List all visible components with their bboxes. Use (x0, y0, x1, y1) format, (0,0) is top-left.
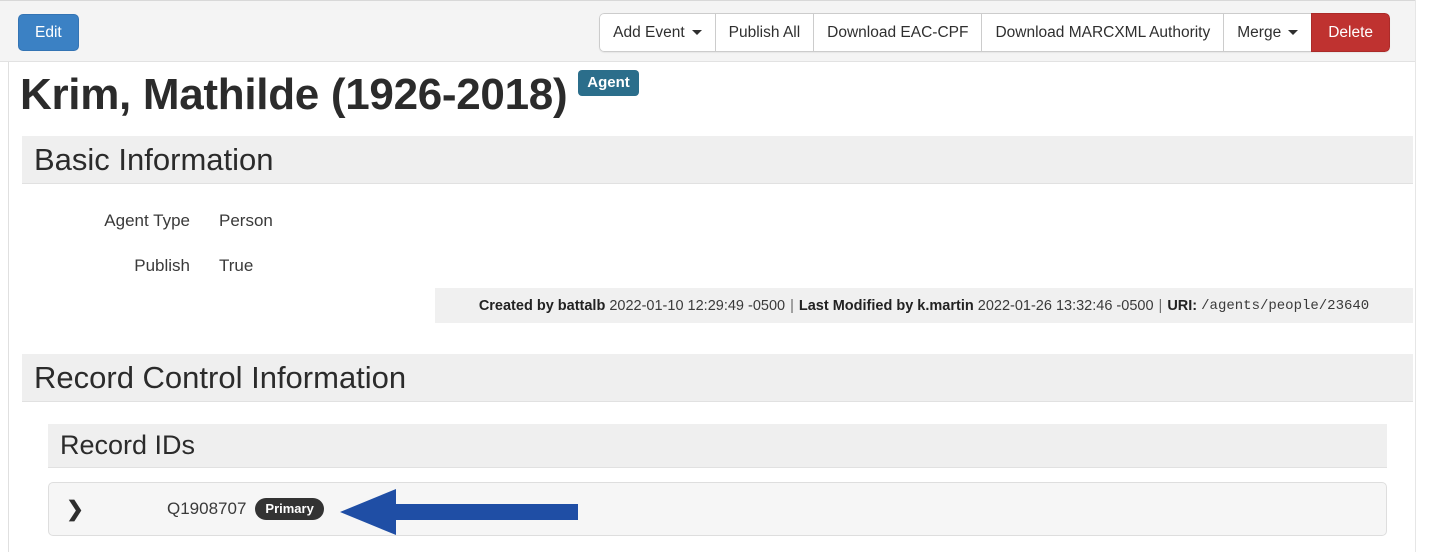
left-rail-divider (8, 62, 9, 552)
field-label-publish: Publish (134, 256, 190, 275)
section-header-record-control-information: Record Control Information (22, 354, 1413, 402)
uri-value: /agents/people/23640 (1201, 297, 1370, 314)
publish-all-label: Publish All (728, 23, 801, 41)
created-timestamp: 2022-01-10 12:29:49 -0500 (609, 297, 786, 314)
download-marcxml-authority-button[interactable]: Download MARCXML Authority (981, 13, 1224, 52)
record-actions-button-group: Add Event Publish All Download EAC-CPF D… (599, 13, 1390, 52)
primary-badge: Primary (255, 498, 324, 520)
field-row-agent-type: Agent Type Person (40, 211, 273, 231)
record-id-row[interactable]: ❯ Q1908707 Primary (48, 482, 1387, 536)
section-title-record-control-information: Record Control Information (34, 360, 407, 395)
chevron-down-icon (1288, 30, 1299, 35)
edit-button-label: Edit (35, 23, 62, 41)
record-id-content: Q1908707 Primary (167, 498, 324, 520)
page-title: Krim, Mathilde (1926-2018) (20, 70, 568, 119)
uri-label: URI: (1167, 297, 1198, 314)
field-label-agent-type: Agent Type (104, 211, 190, 230)
section-header-basic-information: Basic Information (22, 136, 1413, 184)
delete-label: Delete (1328, 23, 1373, 41)
merge-button[interactable]: Merge (1223, 13, 1312, 52)
field-value-publish: True (219, 256, 254, 275)
agent-type-badge: Agent (578, 70, 639, 96)
last-modified-timestamp: 2022-01-26 13:32:46 -0500 (977, 297, 1154, 314)
add-event-label: Add Event (613, 23, 685, 41)
chevron-down-icon (691, 30, 702, 35)
page-title-row: Krim, Mathilde (1926-2018) Agent (20, 62, 639, 128)
chevron-right-icon[interactable]: ❯ (49, 499, 101, 520)
created-by-label: Created by battalb (478, 297, 606, 314)
field-row-publish: Publish True (40, 256, 253, 276)
add-event-button[interactable]: Add Event (599, 13, 715, 52)
record-metadata-strip: Created by battalb 2022-01-10 12:29:49 -… (435, 288, 1413, 323)
section-title-record-ids: Record IDs (60, 430, 196, 460)
page-right-gutter (1415, 0, 1430, 552)
metadata-separator: | (790, 297, 794, 314)
publish-all-button[interactable]: Publish All (714, 13, 814, 52)
download-marcxml-authority-label: Download MARCXML Authority (995, 23, 1211, 41)
agent-record-page: Edit Add Event Publish All Download EAC-… (0, 0, 1430, 552)
last-modified-by-label: Last Modified by k.martin (798, 297, 974, 314)
metadata-separator: | (1158, 297, 1163, 314)
field-value-agent-type: Person (219, 211, 273, 230)
delete-button[interactable]: Delete (1311, 13, 1390, 52)
download-eac-cpf-button[interactable]: Download EAC-CPF (813, 13, 982, 52)
download-eac-cpf-label: Download EAC-CPF (827, 23, 969, 41)
action-toolbar: Edit Add Event Publish All Download EAC-… (0, 0, 1416, 62)
section-title-basic-information: Basic Information (34, 142, 274, 177)
record-id-value: Q1908707 (167, 499, 247, 518)
section-header-record-ids: Record IDs (48, 424, 1387, 468)
edit-button[interactable]: Edit (18, 14, 79, 51)
merge-label: Merge (1237, 23, 1282, 41)
